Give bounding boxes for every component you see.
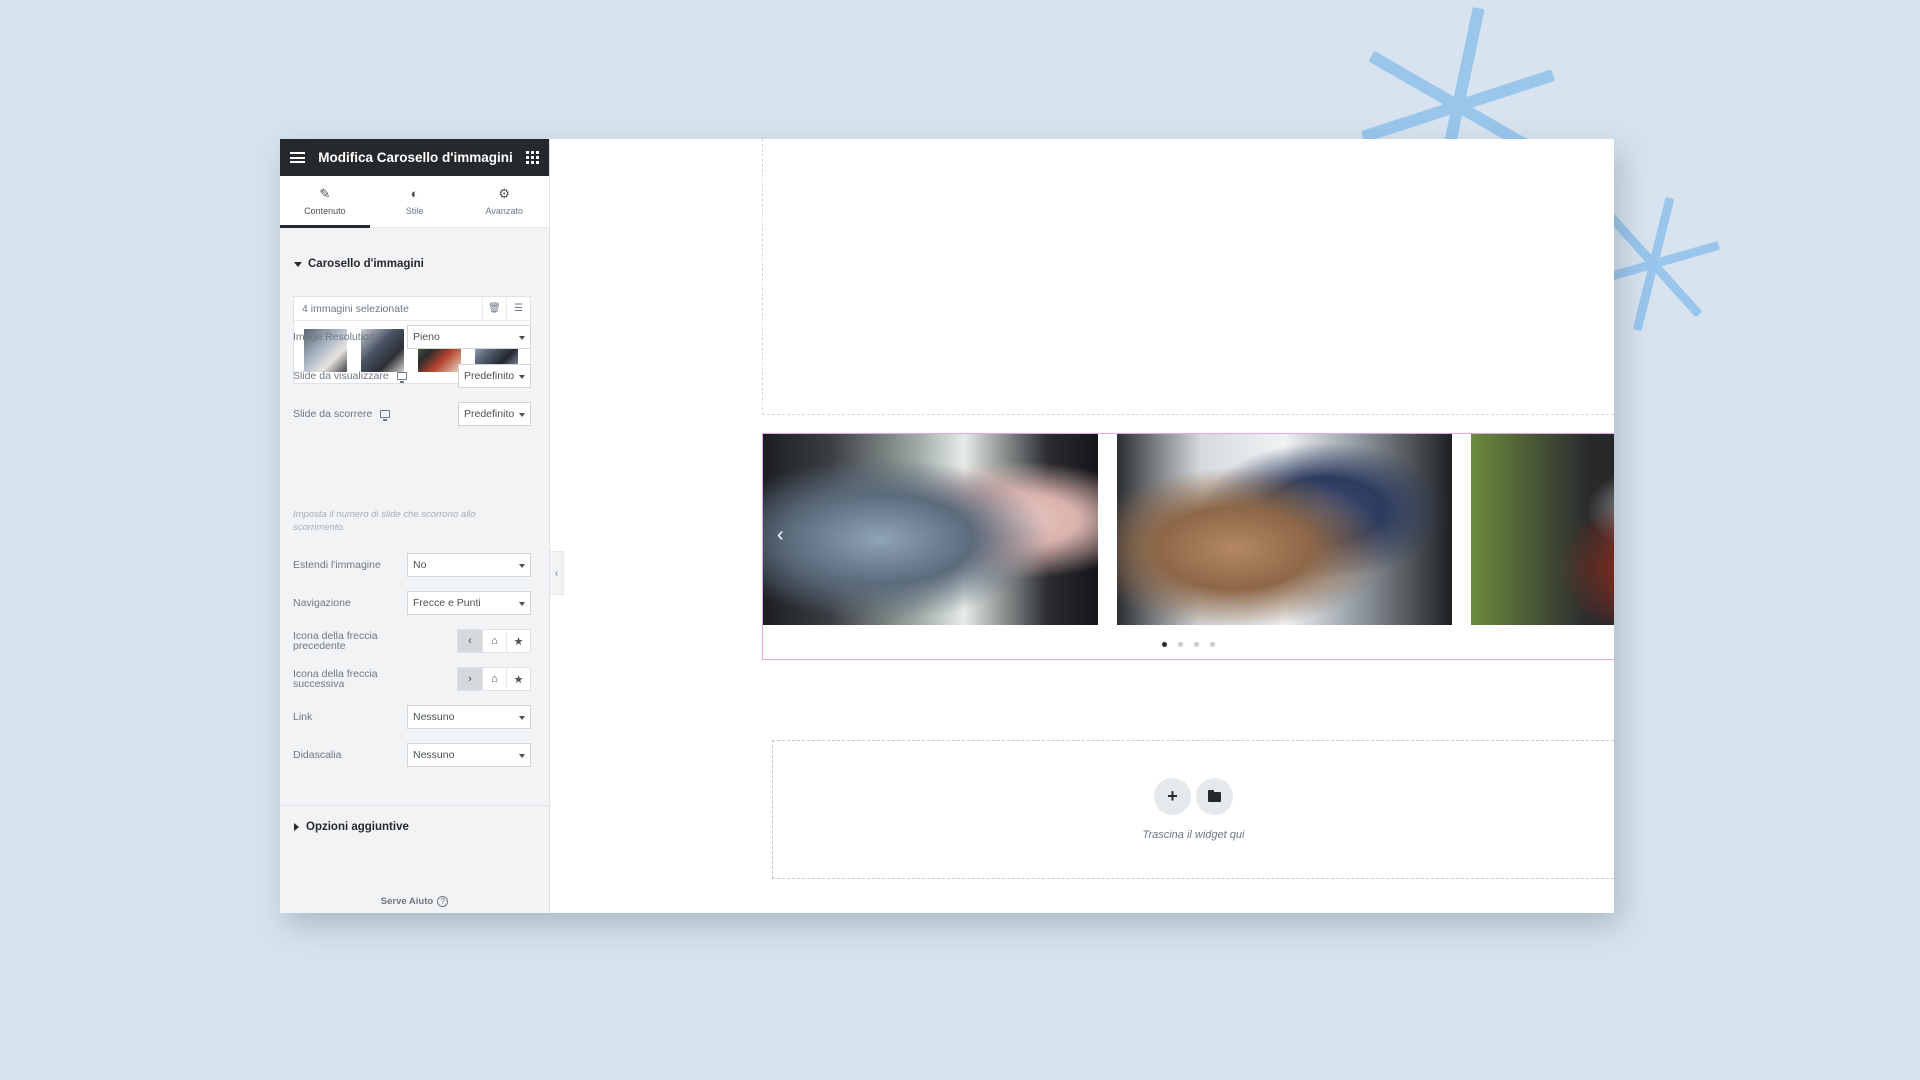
control-link: Link Nessuno (293, 705, 531, 729)
slides-to-scroll-select[interactable]: Predefinito (458, 402, 531, 426)
chevron-left-icon[interactable]: ‹ (458, 630, 482, 652)
carousel-slide (1471, 434, 1614, 625)
half-circle-icon: ◐ (410, 186, 419, 201)
section-title: Opzioni aggiuntive (306, 821, 409, 833)
section-title: Carosello d'immagini (308, 258, 424, 270)
control-label: successiva (293, 678, 345, 690)
navigation-select[interactable]: Frecce e Punti (407, 591, 531, 615)
carousel-slide (763, 434, 1098, 625)
control-label: Estendi l'immagine (293, 559, 381, 571)
caption-select[interactable]: Nessuno (407, 743, 531, 767)
control-label: Link (293, 711, 313, 723)
control-label: Navigazione (293, 597, 351, 609)
template-library-button[interactable] (1196, 778, 1233, 815)
carousel-slide (1117, 434, 1452, 625)
control-label: Didascalia (293, 749, 342, 761)
folder-icon (1208, 789, 1221, 802)
drop-zone-text: Trascina il widget qui (1142, 829, 1245, 841)
question-icon: ? (437, 896, 449, 907)
control-label-wrap: Icona della freccia precedente (293, 631, 378, 652)
section-toggle-carousel[interactable]: Carosello d'immagini (294, 258, 424, 270)
panel-title: Modifica Carosello d'immagini (318, 150, 513, 165)
slides-scroll-help: Imposta il numero di slide che scorrono … (293, 509, 476, 533)
chevron-right-icon[interactable]: › (458, 668, 482, 690)
slides-to-show-select[interactable]: Predefinito (458, 364, 531, 388)
tab-label: Avanzato (485, 206, 523, 216)
desktop-icon[interactable] (396, 372, 407, 383)
gear-icon: ⚙ (498, 186, 510, 201)
control-image-resolution: Image Resolution Pieno (293, 325, 531, 349)
carousel-dot[interactable] (1162, 642, 1167, 647)
drop-zone-buttons: + (1154, 778, 1233, 815)
trash-icon[interactable]: 🗑 (482, 296, 506, 321)
carousel-prev-arrow[interactable]: ‹ (777, 524, 784, 547)
gallery-count: 4 immagini selezionate (302, 302, 409, 315)
carousel-pagination (763, 642, 1614, 647)
upload-icon[interactable]: ⌂ (482, 668, 506, 690)
carousel-dot[interactable] (1194, 642, 1199, 647)
pencil-icon: ✎ (319, 186, 331, 201)
control-caption: Didascalia Nessuno (293, 743, 531, 767)
star-icon[interactable]: ★ (506, 668, 530, 690)
control-prev-arrow-icon: Icona della freccia precedente ‹ ⌂ ★ (293, 629, 531, 653)
tab-avanzato[interactable]: ⚙ Avanzato (459, 176, 549, 227)
section-divider (280, 805, 549, 806)
control-stretch-image: Estendi l'immagine No (293, 553, 531, 577)
control-label: Slide da visualizzare (293, 370, 389, 382)
help-label: Serve Aiuto (380, 896, 434, 907)
panel-tabs: ✎ Contenuto ◐ Stile ⚙ Avanzato (280, 176, 549, 228)
control-label-wrap: Icona della freccia successiva (293, 669, 378, 690)
next-arrow-icon-choices: › ⌂ ★ (457, 667, 531, 691)
tab-label: Stile (405, 206, 424, 216)
edit-gallery-icon[interactable]: ☰ (506, 296, 530, 321)
tab-stile[interactable]: ◐ Stile (370, 176, 460, 227)
widget-drop-zone[interactable]: + Trascina il widget qui (772, 740, 1614, 879)
control-label: Slide da scorrere (293, 408, 373, 420)
empty-section[interactable] (762, 139, 1614, 415)
control-next-arrow-icon: Icona della freccia successiva › ⌂ ★ (293, 667, 531, 691)
desktop-icon[interactable] (380, 410, 391, 421)
select-value: Predefinito (464, 370, 515, 382)
caret-right-icon (294, 823, 299, 831)
editor-panel: Modifica Carosello d'immagini ✎ Contenut… (280, 139, 550, 913)
carousel-dot[interactable] (1178, 642, 1183, 647)
control-navigation: Navigazione Frecce e Punti (293, 591, 531, 615)
image-resolution-select[interactable]: Pieno (407, 325, 531, 349)
upload-icon[interactable]: ⌂ (482, 630, 506, 652)
image-carousel[interactable]: ‹ (762, 433, 1614, 660)
collapse-panel-button[interactable]: ‹ (550, 551, 564, 595)
control-label-wrap: Slide da scorrere (293, 408, 391, 421)
section-toggle-extra-options[interactable]: Opzioni aggiuntive (294, 821, 409, 833)
tab-contenuto[interactable]: ✎ Contenuto (280, 176, 370, 228)
hamburger-menu-icon[interactable] (290, 152, 305, 163)
control-label: precedente (293, 640, 346, 652)
control-slides-to-scroll: Slide da scorrere Predefinito (293, 402, 531, 426)
control-label: Image Resolution (293, 331, 375, 343)
control-slides-to-show: Slide da visualizzare Predefinito (293, 364, 531, 388)
widgets-grid-icon[interactable] (526, 151, 539, 164)
add-section-button[interactable]: + (1154, 778, 1191, 815)
stretch-image-select[interactable]: No (407, 553, 531, 577)
help-link[interactable]: Serve Aiuto ? (280, 896, 549, 907)
select-value: Predefinito (464, 408, 515, 420)
star-icon[interactable]: ★ (506, 630, 530, 652)
caret-down-icon (294, 261, 302, 267)
panel-header: Modifica Carosello d'immagini (280, 139, 549, 176)
carousel-dot[interactable] (1210, 642, 1215, 647)
tab-label: Contenuto (304, 206, 346, 216)
prev-arrow-icon-choices: ‹ ⌂ ★ (457, 629, 531, 653)
control-label-wrap: Slide da visualizzare (293, 370, 407, 383)
link-select[interactable]: Nessuno (407, 705, 531, 729)
editor-window: Modifica Carosello d'immagini ✎ Contenut… (280, 139, 1614, 913)
